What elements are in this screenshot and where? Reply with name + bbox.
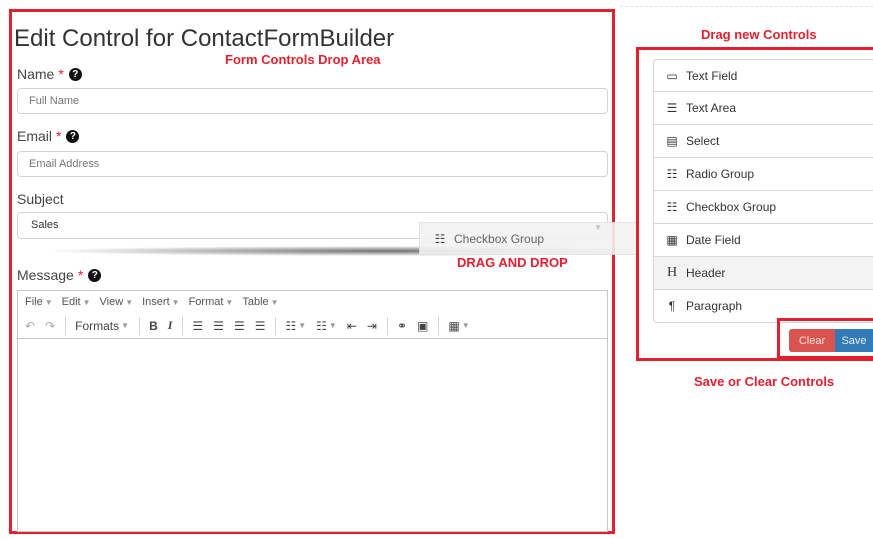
align-left-icon[interactable]: ☰ [192,319,203,333]
caret-down-icon: ▼ [82,298,91,307]
bold-button[interactable]: B [149,319,158,333]
required-marker: * [77,267,84,283]
menu-format[interactable]: Format ▼ [189,296,234,308]
menu-edit[interactable]: Edit ▼ [62,296,91,308]
drag-controls-annotation: Drag new Controls [701,27,817,42]
image-icon[interactable]: ▣ [417,319,428,333]
control-checkbox-group[interactable]: ☷ Checkbox Group [653,191,873,224]
control-palette: ▭ Text Field ☰ Text Area ▤ Select ☷ Radi… [653,59,873,323]
toolbar-divider [65,316,67,335]
clear-button[interactable]: Clear [789,329,835,352]
caret-down-icon: ▼ [121,321,130,330]
radio-group-icon: ☷ [666,167,678,181]
save-clear-annotation: Save or Clear Controls [694,374,835,389]
undo-icon[interactable]: ↶ [25,319,35,333]
caret-down-icon: ▼ [225,298,234,307]
bullet-list-icon[interactable]: ☷ ▼ [285,319,306,333]
control-date-field[interactable]: ▦ Date Field [653,224,873,257]
align-right-icon[interactable]: ☰ [234,319,245,333]
control-select[interactable]: ▤ Select [653,125,873,158]
toolbar-divider [438,316,440,335]
calendar-icon: ▦ [666,233,678,247]
toolbar-divider [139,316,141,335]
help-icon[interactable]: ? [68,67,82,81]
help-icon[interactable]: ? [66,129,80,143]
required-marker: * [58,66,64,82]
caret-down-icon: ▼ [171,298,180,307]
menu-table[interactable]: Table ▼ [242,296,278,308]
name-input[interactable] [17,88,608,114]
link-icon[interactable]: ⚭ [397,319,407,333]
checkbox-group-icon: ☷ [434,231,446,246]
dragging-control-ghost[interactable]: ☷ Checkbox Group ▼ [419,222,637,255]
editor-content-area[interactable] [18,340,607,531]
control-text-field[interactable]: ▭ Text Field [653,59,873,92]
toolbar-divider [275,316,277,335]
email-label: Email *? [17,128,80,144]
menu-view[interactable]: View ▼ [100,296,134,308]
caret-down-icon: ▼ [594,223,602,232]
caret-down-icon: ▼ [125,298,134,307]
control-header[interactable]: H Header [653,257,873,290]
email-input[interactable] [17,151,608,177]
outdent-icon[interactable]: ⇤ [347,319,357,333]
drop-area-annotation: Form Controls Drop Area [225,52,381,67]
table-icon[interactable]: ▦ ▼ [448,319,469,333]
indent-icon[interactable]: ⇥ [367,319,377,333]
numbered-list-icon[interactable]: ☷ ▼ [316,319,337,333]
align-justify-icon[interactable]: ☰ [255,319,266,333]
text-field-icon: ▭ [666,68,678,83]
menu-insert[interactable]: Insert ▼ [142,296,179,308]
caret-down-icon: ▼ [328,321,337,330]
formats-dropdown[interactable]: Formats ▼ [75,319,129,333]
caret-down-icon: ▼ [270,298,279,307]
top-divider [620,6,873,7]
message-label: Message *? [17,267,102,283]
help-icon[interactable]: ? [88,268,102,282]
italic-button[interactable]: I [168,318,173,333]
required-marker: * [56,128,62,144]
align-center-icon[interactable]: ☰ [213,319,224,333]
save-button[interactable]: Save [835,329,873,352]
editor-menubar: File ▼ Edit ▼ View ▼ Insert ▼ Format ▼ Table ▼ [18,291,607,313]
header-icon: H [666,265,678,280]
drag-and-drop-annotation: DRAG AND DROP [457,255,568,270]
toolbar-divider [386,316,388,335]
text-area-icon: ☰ [666,101,678,115]
page-title: Edit Control for ContactFormBuilder [14,25,395,52]
rich-text-editor: File ▼ Edit ▼ View ▼ Insert ▼ Format ▼ Table ▼… [17,290,608,532]
control-radio-group[interactable]: ☷ Radio Group [653,158,873,191]
name-label: Name *? [17,66,82,82]
redo-icon[interactable]: ↷ [45,319,55,333]
ghost-label: Checkbox Group [454,231,545,246]
editor-toolbar: ↶ ↷ Formats ▼ B I ☰ ☰ ☰ ☰ ☷ ▼ ☷ ▼ ⇤ ⇥ ⚭ ▣ ▦… [18,313,607,339]
subject-label: Subject [17,191,64,207]
caret-down-icon: ▼ [44,298,53,307]
toolbar-divider [182,316,184,335]
control-text-area[interactable]: ☰ Text Area [653,92,873,125]
menu-file[interactable]: File ▼ [25,296,53,308]
checkbox-group-icon: ☷ [666,200,678,214]
caret-down-icon: ▼ [461,321,470,330]
paragraph-icon: ¶ [668,299,676,313]
caret-down-icon: ▼ [298,321,307,330]
select-icon: ▤ [666,134,678,148]
